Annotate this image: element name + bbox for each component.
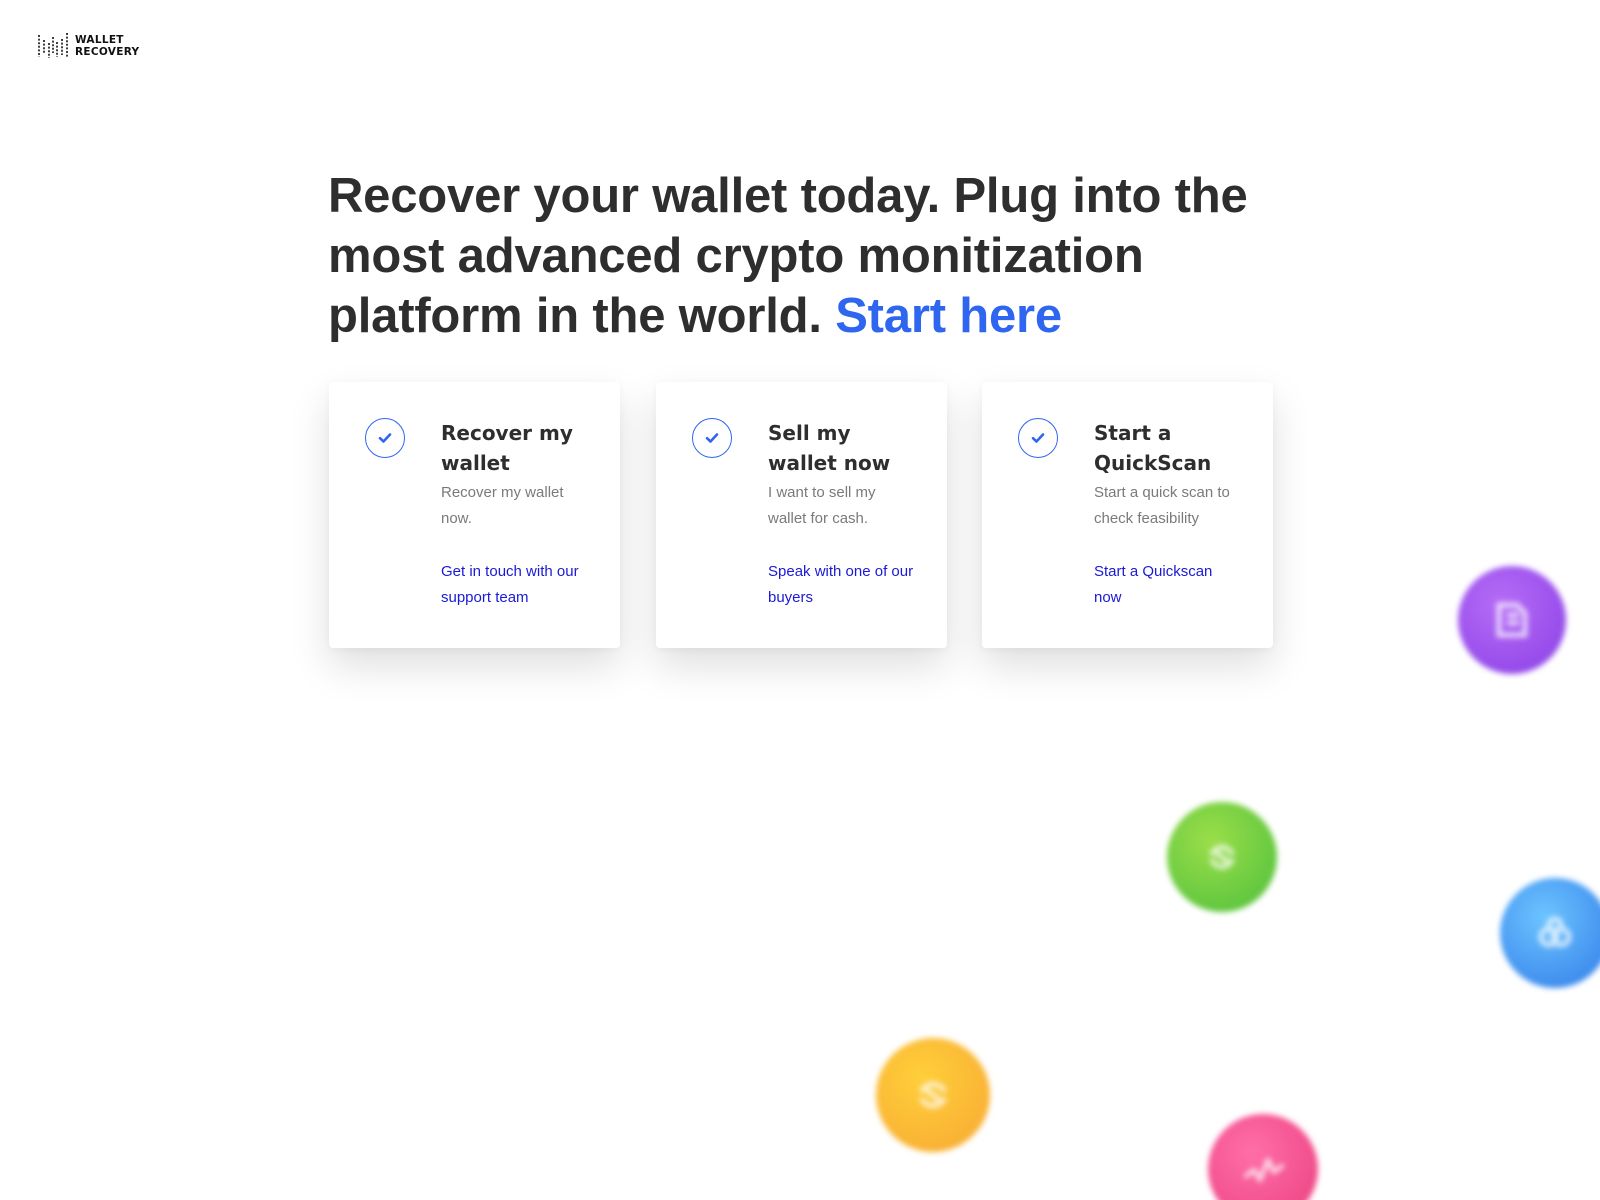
- brand-name: WALLET RECOVERY: [75, 34, 139, 58]
- quickscan-link[interactable]: Start a Quickscan now: [1094, 559, 1244, 611]
- checkmark-icon: [705, 433, 719, 443]
- brand-line-1: WALLET: [75, 33, 124, 46]
- card-title: Recover my wallet: [441, 421, 573, 475]
- purple-coin-icon: [1458, 566, 1566, 674]
- card-quickscan: Start a QuickScan Start a quick scan to …: [982, 382, 1273, 648]
- buyers-link[interactable]: Speak with one of our buyers: [768, 559, 918, 611]
- brand-line-2: RECOVERY: [75, 45, 140, 58]
- hero-headline: Recover your wallet today. Plug into the…: [328, 166, 1248, 346]
- start-here-link[interactable]: Start here: [835, 289, 1062, 343]
- orange-coin-icon: [876, 1038, 990, 1152]
- hero-headline-text: Recover your wallet today. Plug into the…: [328, 169, 1248, 343]
- checkmark-icon: [1031, 433, 1045, 443]
- card-title: Sell my wallet now: [768, 421, 891, 475]
- support-team-link[interactable]: Get in touch with our support team: [441, 559, 591, 611]
- card-description: I want to sell my wallet for cash.: [768, 484, 876, 527]
- card-description: Recover my wallet now.: [441, 484, 564, 527]
- blue-coin-icon: [1500, 878, 1600, 988]
- card-title: Start a QuickScan: [1094, 421, 1212, 475]
- check-circle-icon: [692, 418, 732, 458]
- logo-bars-icon: [38, 33, 68, 58]
- card-sell-wallet: Sell my wallet now I want to sell my wal…: [656, 382, 947, 648]
- green-coin-icon: [1167, 802, 1277, 912]
- check-circle-icon: [1018, 418, 1058, 458]
- brand-logo[interactable]: WALLET RECOVERY: [37, 32, 139, 59]
- check-circle-icon: [365, 418, 405, 458]
- pink-coin-icon: [1208, 1114, 1318, 1200]
- checkmark-icon: [378, 433, 392, 443]
- card-recover-wallet: Recover my wallet Recover my wallet now.…: [329, 382, 620, 648]
- card-description: Start a quick scan to check feasibility: [1094, 484, 1230, 527]
